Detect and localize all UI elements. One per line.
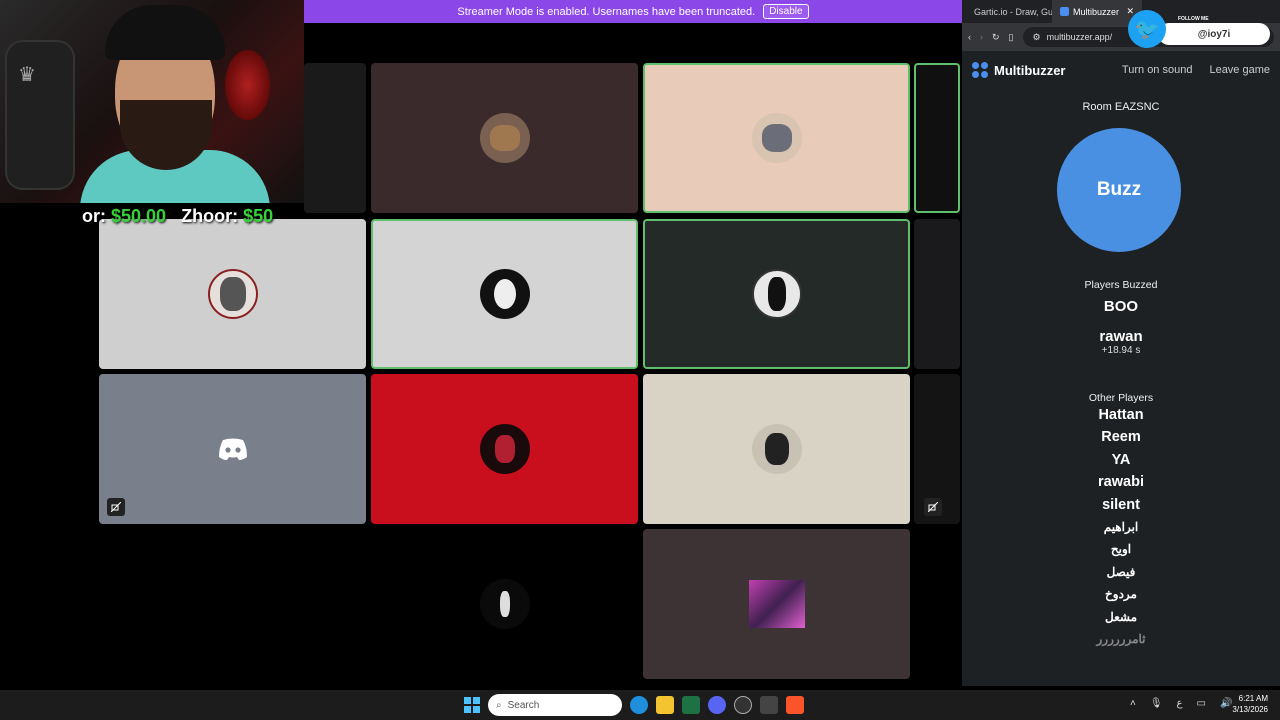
player-name: Hattan	[1098, 407, 1144, 423]
participant-tile[interactable]	[304, 63, 366, 213]
edge-icon[interactable]	[630, 696, 648, 714]
camera-off-icon	[107, 498, 125, 516]
brand-name: Multibuzzer	[994, 62, 1066, 78]
tab-label: Gartic.io - Draw, Gu...	[974, 6, 1052, 17]
players-buzzed-title: Players Buzzed	[1084, 279, 1158, 291]
turn-on-sound-link[interactable]: Turn on sound	[1122, 64, 1193, 76]
windows-start-icon[interactable]	[464, 697, 480, 713]
buzz-button[interactable]: Buzz	[1057, 128, 1181, 252]
participant-tile[interactable]	[371, 63, 638, 213]
buzz-time: +18.94 s	[1101, 345, 1141, 356]
avatar	[207, 269, 258, 319]
participant-tile[interactable]	[371, 374, 638, 524]
participant-tile[interactable]	[99, 219, 366, 369]
twitter-bird-icon: 🐦	[1128, 10, 1166, 48]
participant-tile[interactable]	[371, 529, 638, 679]
score-ticker: or: $50.00 Zhoor: $50	[82, 206, 273, 227]
streamer-mode-banner: Streamer Mode is enabled. Usernames have…	[304, 0, 962, 23]
bookmark-icon[interactable]: ▯	[1009, 32, 1014, 43]
site-info-icon[interactable]: ⚙	[1033, 32, 1041, 43]
other-players-section: Other Players Hattan Reem YA rawabi sile…	[962, 392, 1280, 650]
ticker-name: or:	[82, 206, 106, 226]
participant-tile[interactable]	[643, 374, 910, 524]
crown-icon: ♛	[18, 64, 36, 86]
avatar	[748, 580, 805, 628]
clock[interactable]: 6:21 AM 3/13/2026	[1232, 693, 1268, 715]
forward-icon[interactable]: ›	[980, 32, 983, 42]
player-name: silent	[1102, 496, 1140, 513]
webcam-overlay: ♛	[0, 0, 304, 203]
banner-message: Streamer Mode is enabled. Usernames have…	[457, 5, 756, 18]
tab-label: Multibuzzer	[1073, 6, 1120, 17]
camera-off-icon	[924, 498, 942, 516]
clock-date: 3/13/2026	[1232, 705, 1268, 714]
ticker-money: $50	[243, 206, 274, 226]
avatar	[479, 269, 530, 319]
clock-time: 6:21 AM	[1238, 694, 1268, 703]
player-name: مشعل	[1104, 609, 1137, 624]
participant-tile[interactable]	[914, 374, 960, 524]
search-icon: ⌕	[496, 699, 502, 711]
players-buzzed-section: Players Buzzed BOO rawan +18.94 s	[962, 279, 1280, 356]
multibuzzer-icon	[1060, 7, 1069, 16]
leave-game-link[interactable]: Leave game	[1209, 64, 1270, 76]
participant-tile[interactable]	[914, 219, 960, 369]
avatar	[479, 579, 530, 629]
player-name: ثامرررررر	[1096, 632, 1146, 647]
display-icon[interactable]: ▭	[1197, 698, 1206, 709]
system-tray: ˄ 🎙 ع ▭ 🔊	[1130, 698, 1232, 709]
player-name: مردوخ	[1105, 587, 1137, 602]
participant-tile[interactable]	[99, 374, 366, 524]
search-label: Search	[507, 699, 540, 711]
discord-icon	[218, 438, 247, 460]
room-code: Room EAZSNC	[1082, 101, 1160, 113]
follow-me-label: FOLLOW ME	[1178, 16, 1209, 22]
taskbar: ⌕ Search ˄ 🎙 ع ▭ 🔊 6:21 AM 3/13/2026	[0, 690, 1280, 720]
terminal-icon[interactable]	[760, 696, 778, 714]
back-icon[interactable]: ‹	[968, 32, 971, 42]
player-name: rawabi	[1098, 474, 1144, 491]
brave-icon[interactable]	[786, 696, 804, 714]
participant-tile[interactable]	[643, 219, 910, 369]
ticker-money: $50.00	[111, 206, 167, 226]
other-players-title: Other Players	[1088, 392, 1154, 404]
avatar	[479, 424, 530, 474]
excel-icon[interactable]	[682, 696, 700, 714]
avatar	[751, 424, 802, 474]
disable-button[interactable]: Disable	[763, 4, 809, 19]
player-name: فيصل	[1106, 564, 1136, 579]
obs-icon[interactable]	[734, 696, 752, 714]
language-icon[interactable]: ع	[1177, 698, 1183, 709]
player-name: Reem	[1101, 429, 1141, 446]
discord-icon[interactable]	[708, 696, 726, 714]
ticker-name: Zhoor:	[181, 206, 239, 226]
tab-gartic[interactable]: Gartic.io - Draw, Gu...	[962, 0, 1052, 23]
twitter-handle: @ioy7i	[1158, 23, 1270, 45]
file-explorer-icon[interactable]	[656, 696, 674, 714]
participant-tile[interactable]	[643, 63, 910, 213]
participant-tile[interactable]	[371, 219, 638, 369]
avatar	[751, 269, 802, 319]
multibuzzer-logo-icon	[972, 62, 988, 78]
app-header: Multibuzzer Turn on sound Leave game	[962, 58, 1280, 82]
browser-window: Gartic.io - Draw, Gu... Multibuzzer ✕ ‹ …	[962, 0, 1280, 686]
participant-tile[interactable]	[643, 529, 910, 679]
avatar	[751, 113, 802, 163]
avatar	[479, 113, 530, 163]
reload-icon[interactable]: ↻	[992, 32, 1000, 43]
taskbar-search[interactable]: ⌕ Search	[488, 694, 622, 716]
player-name: YA	[1111, 451, 1131, 468]
buzzed-player: BOO	[1103, 298, 1139, 315]
volume-icon[interactable]: 🔊	[1220, 698, 1232, 709]
microphone-icon[interactable]: 🎙	[1150, 698, 1163, 709]
player-name: اويح	[1110, 542, 1132, 557]
twitter-overlay: @ioy7i FOLLOW ME 🐦	[1128, 10, 1270, 48]
player-name: ابراهيم	[1103, 520, 1139, 535]
brand: Multibuzzer	[972, 62, 1066, 78]
chevron-up-icon[interactable]: ˄	[1130, 698, 1136, 709]
participant-tile[interactable]	[914, 63, 960, 213]
url-text: multibuzzer.app/	[1046, 32, 1113, 42]
